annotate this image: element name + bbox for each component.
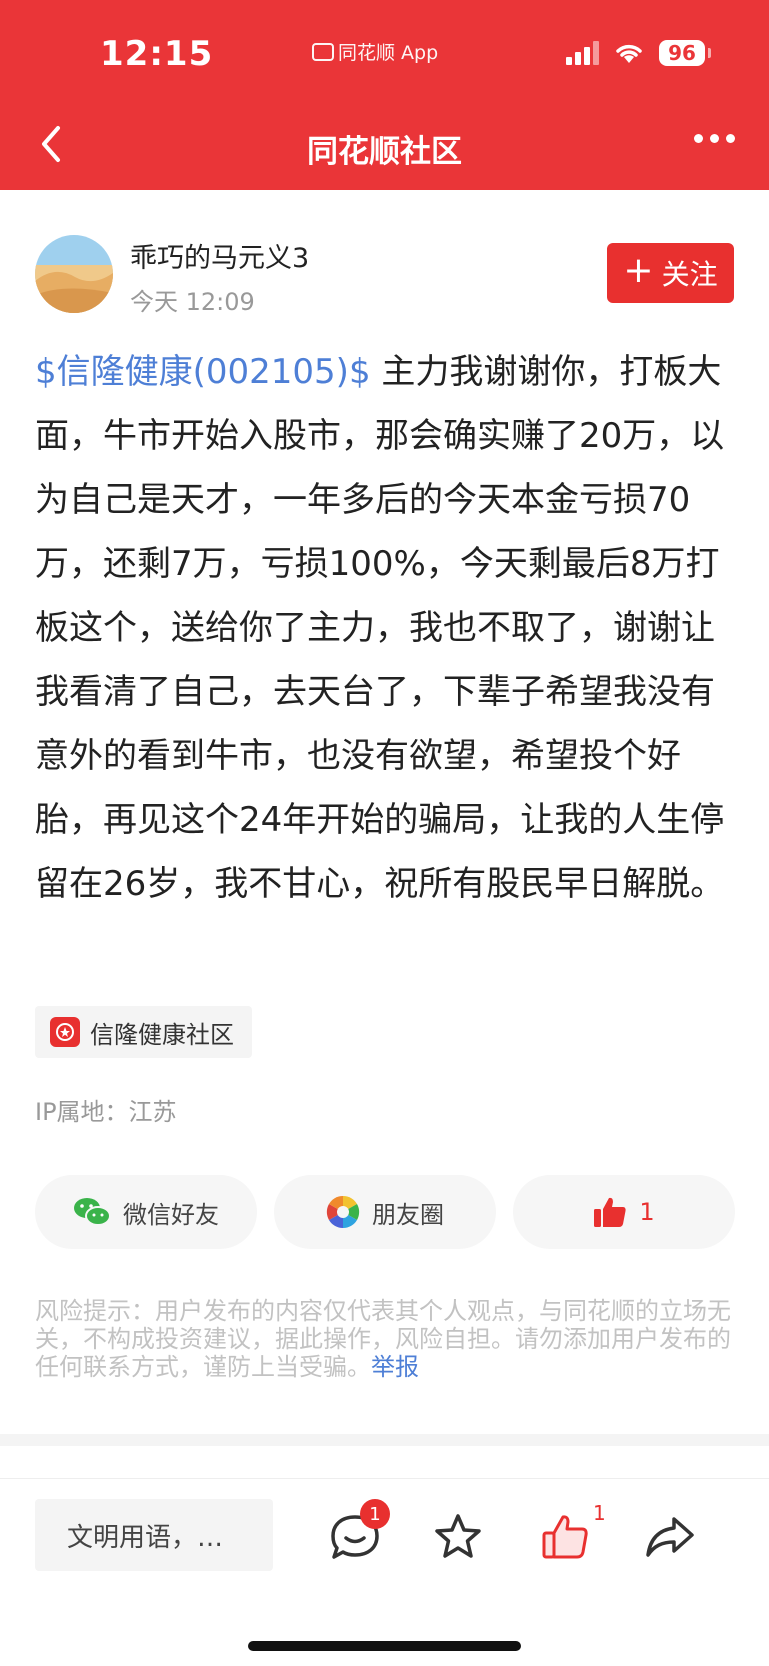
community-tag-label: 信隆健康社区 xyxy=(90,1020,234,1049)
follow-button[interactable]: + 关注 xyxy=(607,243,734,303)
plus-icon: + xyxy=(623,250,654,291)
home-indicator xyxy=(248,1641,521,1651)
community-logo-icon xyxy=(50,1017,80,1047)
cellular-signal-icon xyxy=(566,41,599,65)
thumbs-up-icon xyxy=(594,1197,626,1227)
share-icon[interactable] xyxy=(640,1507,700,1567)
community-tag[interactable]: 信隆健康社区 xyxy=(35,1006,252,1058)
more-icon[interactable] xyxy=(694,134,735,143)
share-moments-label: 朋友圈 xyxy=(372,1200,444,1229)
like-icon[interactable] xyxy=(535,1507,595,1567)
stock-link[interactable]: $信隆健康(002105)$ xyxy=(35,352,371,392)
share-wechat-button[interactable]: 微信好友 xyxy=(35,1175,257,1249)
share-moments-button[interactable]: 朋友圈 xyxy=(274,1175,496,1249)
star-icon[interactable] xyxy=(428,1507,488,1567)
comment-input[interactable]: 文明用语，… xyxy=(35,1499,273,1571)
share-wechat-label: 微信好友 xyxy=(123,1200,219,1229)
post-text: 主力我谢谢你，打板大面，牛市开始入股市，那会确实赚了20万，以为自己是天才，一年… xyxy=(35,352,725,904)
status-app-indicator[interactable]: 同花顺 App xyxy=(312,38,438,65)
header: 12:15 同花顺 App 96 同花顺社区 xyxy=(0,0,769,190)
bottom-action-bar: 文明用语，… 1 1 xyxy=(0,1478,769,1666)
author-name[interactable]: 乖巧的马元义3 xyxy=(130,236,309,275)
follow-label: 关注 xyxy=(661,258,718,291)
risk-disclaimer: 风险提示：用户发布的内容仅代表其个人观点，与同花顺的立场无关，不构成投资建议，据… xyxy=(35,1297,735,1381)
ip-location: IP属地：江苏 xyxy=(35,1098,177,1126)
like-button[interactable]: 1 xyxy=(513,1175,735,1249)
like-count: 1 xyxy=(639,1198,655,1226)
comment-badge: 1 xyxy=(360,1499,390,1529)
post-time: 今天 12:09 xyxy=(130,288,255,316)
wifi-icon xyxy=(616,44,642,63)
wechat-icon xyxy=(74,1198,111,1226)
battery-icon: 96 xyxy=(659,40,711,66)
status-icons: 96 xyxy=(566,40,711,66)
page-title: 同花顺社区 xyxy=(307,134,462,170)
post-body: $信隆健康(002105)$ 主力我谢谢你，打板大面，牛市开始入股市，那会确实赚… xyxy=(35,340,735,916)
app-return-icon xyxy=(312,42,334,61)
report-link[interactable]: 举报 xyxy=(371,1353,419,1381)
status-time: 12:15 xyxy=(100,34,214,74)
avatar[interactable] xyxy=(35,235,113,313)
bottom-like-count: 1 xyxy=(593,1501,606,1525)
section-divider xyxy=(0,1434,769,1446)
status-app-name: 同花顺 App xyxy=(338,42,439,64)
moments-icon xyxy=(326,1195,360,1229)
